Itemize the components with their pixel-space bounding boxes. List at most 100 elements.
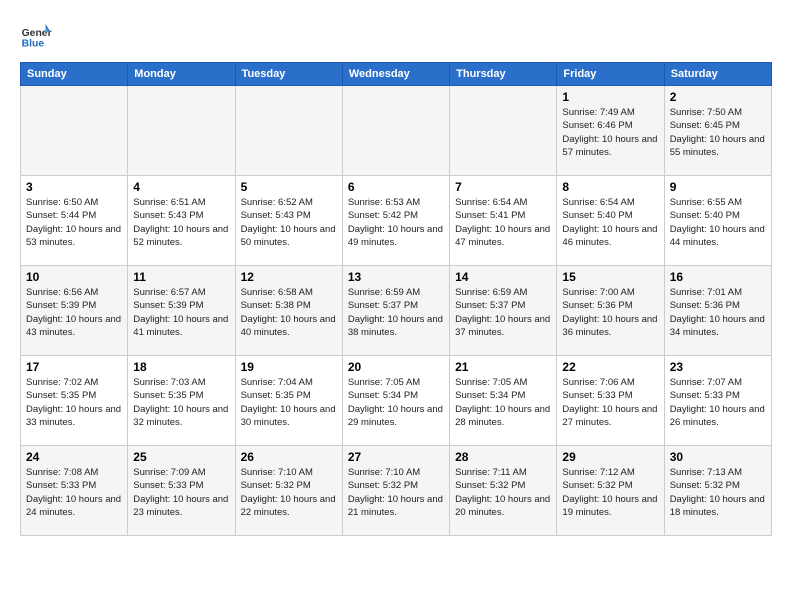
calendar-cell: 1 Sunrise: 7:49 AM Sunset: 6:46 PM Daylig… (557, 86, 664, 176)
day-number: 14 (455, 270, 551, 284)
calendar-cell: 5 Sunrise: 6:52 AM Sunset: 5:43 PM Daylig… (235, 176, 342, 266)
calendar-cell (128, 86, 235, 176)
day-info: Sunrise: 6:54 AM Sunset: 5:40 PM Dayligh… (562, 196, 658, 249)
calendar-cell: 6 Sunrise: 6:53 AM Sunset: 5:42 PM Daylig… (342, 176, 449, 266)
day-number: 11 (133, 270, 229, 284)
day-number: 1 (562, 90, 658, 104)
calendar-cell: 7 Sunrise: 6:54 AM Sunset: 5:41 PM Daylig… (450, 176, 557, 266)
day-info: Sunrise: 6:59 AM Sunset: 5:37 PM Dayligh… (348, 286, 444, 339)
day-info: Sunrise: 7:05 AM Sunset: 5:34 PM Dayligh… (455, 376, 551, 429)
calendar-cell: 9 Sunrise: 6:55 AM Sunset: 5:40 PM Daylig… (664, 176, 771, 266)
calendar-cell (450, 86, 557, 176)
day-number: 6 (348, 180, 444, 194)
calendar-cell: 11Sunrise: 6:57 AM Sunset: 5:39 PM Dayli… (128, 266, 235, 356)
day-number: 23 (670, 360, 766, 374)
calendar-cell: 17 Sunrise: 7:02 AM Sunset: 5:35 PM Dayli… (21, 356, 128, 446)
day-number: 25 (133, 450, 229, 464)
calendar-cell: 2Sunrise: 7:50 AM Sunset: 6:45 PM Daylig… (664, 86, 771, 176)
calendar-cell: 26Sunrise: 7:10 AM Sunset: 5:32 PM Dayli… (235, 446, 342, 536)
day-info: Sunrise: 7:09 AM Sunset: 5:33 PM Dayligh… (133, 466, 229, 519)
day-number: 21 (455, 360, 551, 374)
day-number: 29 (562, 450, 658, 464)
day-info: Sunrise: 7:11 AM Sunset: 5:32 PM Dayligh… (455, 466, 551, 519)
day-number: 3 (26, 180, 122, 194)
day-info: Sunrise: 7:10 AM Sunset: 5:32 PM Dayligh… (241, 466, 337, 519)
day-of-week-header: Tuesday (235, 63, 342, 86)
calendar-week-row: 24Sunrise: 7:08 AM Sunset: 5:33 PM Dayli… (21, 446, 772, 536)
day-info: Sunrise: 6:54 AM Sunset: 5:41 PM Dayligh… (455, 196, 551, 249)
calendar-week-row: 10 Sunrise: 6:56 AM Sunset: 5:39 PM Dayli… (21, 266, 772, 356)
day-of-week-header: Wednesday (342, 63, 449, 86)
day-info: Sunrise: 6:51 AM Sunset: 5:43 PM Dayligh… (133, 196, 229, 249)
day-number: 28 (455, 450, 551, 464)
calendar-cell: 30 Sunrise: 7:13 AM Sunset: 5:32 PM Dayli… (664, 446, 771, 536)
calendar-cell: 13 Sunrise: 6:59 AM Sunset: 5:37 PM Dayli… (342, 266, 449, 356)
calendar-cell (21, 86, 128, 176)
day-of-week-header: Friday (557, 63, 664, 86)
calendar-cell: 10 Sunrise: 6:56 AM Sunset: 5:39 PM Dayli… (21, 266, 128, 356)
calendar-cell: 19Sunrise: 7:04 AM Sunset: 5:35 PM Dayli… (235, 356, 342, 446)
day-number: 19 (241, 360, 337, 374)
day-info: Sunrise: 7:10 AM Sunset: 5:32 PM Dayligh… (348, 466, 444, 519)
calendar-cell: 20 Sunrise: 7:05 AM Sunset: 5:34 PM Dayli… (342, 356, 449, 446)
day-number: 30 (670, 450, 766, 464)
calendar-cell: 8 Sunrise: 6:54 AM Sunset: 5:40 PM Daylig… (557, 176, 664, 266)
calendar-cell: 24Sunrise: 7:08 AM Sunset: 5:33 PM Dayli… (21, 446, 128, 536)
calendar-cell: 23 Sunrise: 7:07 AM Sunset: 5:33 PM Dayli… (664, 356, 771, 446)
day-info: Sunrise: 6:50 AM Sunset: 5:44 PM Dayligh… (26, 196, 122, 249)
day-info: Sunrise: 7:00 AM Sunset: 5:36 PM Dayligh… (562, 286, 658, 339)
day-number: 22 (562, 360, 658, 374)
logo-icon: General Blue (20, 20, 52, 52)
day-number: 15 (562, 270, 658, 284)
day-number: 20 (348, 360, 444, 374)
calendar-cell: 14 Sunrise: 6:59 AM Sunset: 5:37 PM Dayli… (450, 266, 557, 356)
day-info: Sunrise: 7:03 AM Sunset: 5:35 PM Dayligh… (133, 376, 229, 429)
day-number: 9 (670, 180, 766, 194)
day-of-week-header: Sunday (21, 63, 128, 86)
day-number: 10 (26, 270, 122, 284)
day-number: 4 (133, 180, 229, 194)
day-info: Sunrise: 7:01 AM Sunset: 5:36 PM Dayligh… (670, 286, 766, 339)
day-info: Sunrise: 7:05 AM Sunset: 5:34 PM Dayligh… (348, 376, 444, 429)
day-of-week-header: Thursday (450, 63, 557, 86)
day-number: 18 (133, 360, 229, 374)
calendar-week-row: 3 Sunrise: 6:50 AM Sunset: 5:44 PM Daylig… (21, 176, 772, 266)
calendar-cell: 12 Sunrise: 6:58 AM Sunset: 5:38 PM Dayli… (235, 266, 342, 356)
day-info: Sunrise: 6:53 AM Sunset: 5:42 PM Dayligh… (348, 196, 444, 249)
calendar-cell: 3 Sunrise: 6:50 AM Sunset: 5:44 PM Daylig… (21, 176, 128, 266)
day-number: 5 (241, 180, 337, 194)
day-info: Sunrise: 6:52 AM Sunset: 5:43 PM Dayligh… (241, 196, 337, 249)
day-number: 16 (670, 270, 766, 284)
day-info: Sunrise: 6:56 AM Sunset: 5:39 PM Dayligh… (26, 286, 122, 339)
day-info: Sunrise: 6:59 AM Sunset: 5:37 PM Dayligh… (455, 286, 551, 339)
svg-text:Blue: Blue (22, 38, 45, 49)
day-number: 2 (670, 90, 766, 104)
calendar-table: SundayMondayTuesdayWednesdayThursdayFrid… (20, 62, 772, 536)
day-number: 13 (348, 270, 444, 284)
calendar-cell: 25 Sunrise: 7:09 AM Sunset: 5:33 PM Dayli… (128, 446, 235, 536)
calendar-cell (342, 86, 449, 176)
day-info: Sunrise: 7:02 AM Sunset: 5:35 PM Dayligh… (26, 376, 122, 429)
day-info: Sunrise: 7:08 AM Sunset: 5:33 PM Dayligh… (26, 466, 122, 519)
day-of-week-header: Saturday (664, 63, 771, 86)
day-number: 8 (562, 180, 658, 194)
calendar-cell: 21 Sunrise: 7:05 AM Sunset: 5:34 PM Dayli… (450, 356, 557, 446)
calendar-cell: 28 Sunrise: 7:11 AM Sunset: 5:32 PM Dayli… (450, 446, 557, 536)
day-info: Sunrise: 7:49 AM Sunset: 6:46 PM Dayligh… (562, 106, 658, 159)
day-info: Sunrise: 7:12 AM Sunset: 5:32 PM Dayligh… (562, 466, 658, 519)
day-info: Sunrise: 6:58 AM Sunset: 5:38 PM Dayligh… (241, 286, 337, 339)
day-number: 17 (26, 360, 122, 374)
calendar-cell: 18 Sunrise: 7:03 AM Sunset: 5:35 PM Dayli… (128, 356, 235, 446)
calendar-cell: 29 Sunrise: 7:12 AM Sunset: 5:32 PM Dayli… (557, 446, 664, 536)
day-info: Sunrise: 6:55 AM Sunset: 5:40 PM Dayligh… (670, 196, 766, 249)
day-number: 12 (241, 270, 337, 284)
day-number: 7 (455, 180, 551, 194)
day-info: Sunrise: 7:07 AM Sunset: 5:33 PM Dayligh… (670, 376, 766, 429)
logo: General Blue (20, 20, 52, 52)
day-number: 27 (348, 450, 444, 464)
day-info: Sunrise: 7:06 AM Sunset: 5:33 PM Dayligh… (562, 376, 658, 429)
day-info: Sunrise: 7:13 AM Sunset: 5:32 PM Dayligh… (670, 466, 766, 519)
calendar-cell: 22 Sunrise: 7:06 AM Sunset: 5:33 PM Dayli… (557, 356, 664, 446)
calendar-cell: 15 Sunrise: 7:00 AM Sunset: 5:36 PM Dayli… (557, 266, 664, 356)
calendar-header-row: SundayMondayTuesdayWednesdayThursdayFrid… (21, 63, 772, 86)
